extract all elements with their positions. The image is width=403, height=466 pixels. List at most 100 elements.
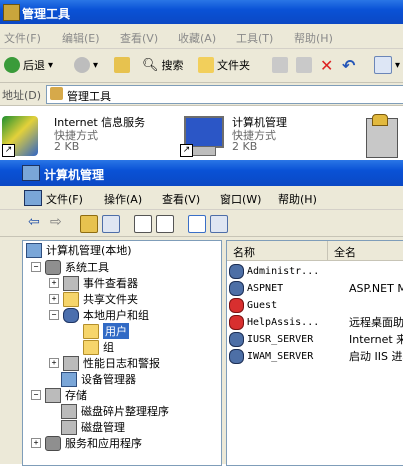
folder-icon: [83, 339, 99, 355]
tree-node-label: 计算机管理(本地): [46, 244, 132, 257]
user-icon: [229, 280, 244, 296]
folders-button[interactable]: 文件夹: [198, 55, 250, 75]
views-icon: [374, 56, 392, 74]
menu-tools[interactable]: 工具(T): [236, 30, 273, 46]
address-bar: 地址(D) 管理工具: [0, 83, 403, 106]
collapse-icon[interactable]: −: [31, 262, 41, 272]
copy-to-icon: [296, 57, 312, 73]
expand-icon[interactable]: +: [49, 294, 59, 304]
tree-node-label: 服务和应用程序: [65, 437, 142, 450]
table-row[interactable]: ASPNET ASP.NET Mach: [229, 280, 403, 296]
tree-node-shared-folders[interactable]: + 共享文件夹: [49, 291, 138, 307]
mmc-menu-window[interactable]: 窗口(W): [220, 191, 261, 207]
shortcut-arrow-icon: ↗: [2, 144, 15, 157]
shortcut-arrow-icon: ↗: [180, 144, 193, 157]
table-row[interactable]: Guest: [229, 297, 349, 313]
tree-node-event-viewer[interactable]: + 事件查看器: [49, 275, 138, 291]
shared-folder-icon: [63, 291, 79, 307]
folder-icon: [3, 4, 20, 21]
export-list-icon[interactable]: [156, 215, 174, 233]
explorer-title: 管理工具: [22, 7, 71, 21]
folders-label: 文件夹: [217, 59, 250, 72]
tree-node-root[interactable]: 计算机管理(本地): [26, 242, 132, 258]
up-folder-icon[interactable]: [80, 215, 98, 233]
lock-icon: [372, 114, 388, 126]
tree-node-users[interactable]: 用户: [83, 323, 129, 339]
menu-favorites[interactable]: 收藏(A): [178, 30, 216, 46]
properties-icon[interactable]: [134, 215, 152, 233]
column-header-fullname[interactable]: 全名: [328, 241, 403, 261]
expand-icon[interactable]: +: [49, 278, 59, 288]
mmc-menu-view[interactable]: 查看(V): [162, 191, 200, 207]
user-icon: [229, 263, 244, 279]
table-row[interactable]: IWAM_SERVER 启动 IIS 进程: [229, 348, 403, 364]
system-tools-icon: [45, 259, 61, 275]
delete-button[interactable]: ✕: [320, 55, 333, 75]
explorer-title-bar: 管理工具: [0, 0, 403, 24]
column-header-name[interactable]: 名称: [227, 241, 328, 261]
user-name: Administr...: [247, 265, 320, 277]
up-button[interactable]: [114, 55, 130, 75]
address-label: 地址(D): [2, 89, 42, 102]
device-manager-icon: [61, 371, 77, 387]
mmc-toolbar: ⇦ ⇨: [0, 210, 403, 237]
help-icon[interactable]: [188, 215, 206, 233]
search-button[interactable]: 🔍︎ 搜索: [142, 55, 184, 75]
collapse-icon[interactable]: −: [31, 390, 41, 400]
user-fullname: 远程桌面助手: [349, 316, 403, 329]
address-input[interactable]: 管理工具: [46, 85, 403, 104]
user-name: IUSR_SERVER: [247, 333, 314, 345]
tree-node-storage[interactable]: − 存储: [31, 387, 87, 403]
user-name: IWAM_SERVER: [247, 350, 314, 362]
forward-arrow-icon: [74, 57, 90, 73]
event-viewer-icon: [63, 275, 79, 291]
disabled-user-icon: [229, 314, 244, 330]
views-button[interactable]: ▾: [374, 55, 400, 75]
table-row[interactable]: HelpAssis... 远程桌面助手: [229, 314, 403, 330]
back-arrow-icon[interactable]: ⇦: [28, 214, 40, 230]
tree-node-label: 存储: [65, 389, 87, 402]
mmc-menu-action[interactable]: 操作(A): [104, 191, 142, 207]
table-row[interactable]: Administr...: [229, 263, 349, 279]
back-button[interactable]: 后退 ▾: [4, 55, 53, 75]
forward-button[interactable]: ▾: [74, 55, 98, 75]
forward-arrow-icon[interactable]: ⇨: [50, 214, 62, 230]
system-menu-icon[interactable]: [24, 190, 42, 206]
expand-icon[interactable]: +: [49, 358, 59, 368]
copy-to-button[interactable]: [296, 55, 312, 75]
tree-node-system-tools[interactable]: − 系统工具: [31, 259, 109, 275]
mmc-menu-bar: 文件(F) 操作(A) 查看(V) 窗口(W) 帮助(H): [0, 186, 403, 210]
tree-node-groups[interactable]: 组: [83, 339, 114, 355]
tree-node-disk-management[interactable]: 磁盘管理: [61, 419, 125, 435]
mmc-menu-file[interactable]: 文件(F): [46, 191, 83, 207]
menu-view[interactable]: 查看(V): [120, 30, 158, 46]
show-tree-icon[interactable]: [102, 215, 120, 233]
address-value: 管理工具: [67, 90, 111, 103]
tree-node-label: 共享文件夹: [83, 293, 138, 306]
file-item-size: 2 KB: [232, 140, 258, 153]
disk-management-icon: [61, 419, 77, 435]
mmc-title: 计算机管理: [44, 168, 105, 182]
mmc-menu-help[interactable]: 帮助(H): [278, 191, 317, 207]
tree-node-services-apps[interactable]: + 服务和应用程序: [31, 435, 142, 451]
menu-file[interactable]: 文件(F): [4, 30, 41, 46]
table-row[interactable]: IUSR_SERVER Internet 来宾: [229, 331, 403, 347]
computer-management-icon: [22, 165, 40, 181]
move-to-button[interactable]: [272, 55, 288, 75]
tree-node-label: 性能日志和警报: [83, 357, 160, 370]
console-tree: 计算机管理(本地) − 系统工具 + 事件查看器 + 共享文件夹 − 本地用户和…: [22, 240, 222, 466]
column-header-label: 全名: [334, 246, 356, 259]
back-label: 后退: [23, 59, 45, 72]
expand-icon[interactable]: +: [31, 438, 41, 448]
tree-node-perf-logs[interactable]: + 性能日志和警报: [49, 355, 160, 371]
menu-help[interactable]: 帮助(H): [294, 30, 333, 46]
menu-edit[interactable]: 编辑(E): [62, 30, 100, 46]
collapse-icon[interactable]: −: [49, 310, 59, 320]
undo-button[interactable]: ↶: [342, 55, 355, 75]
tree-node-defrag[interactable]: 磁盘碎片整理程序: [61, 403, 169, 419]
tree-node-device-manager[interactable]: 设备管理器: [61, 371, 136, 387]
tree-node-local-users[interactable]: − 本地用户和组: [49, 307, 149, 323]
column-header-label: 名称: [233, 246, 255, 259]
computer-base-icon: [192, 146, 216, 156]
action-pane-icon[interactable]: [210, 215, 228, 233]
